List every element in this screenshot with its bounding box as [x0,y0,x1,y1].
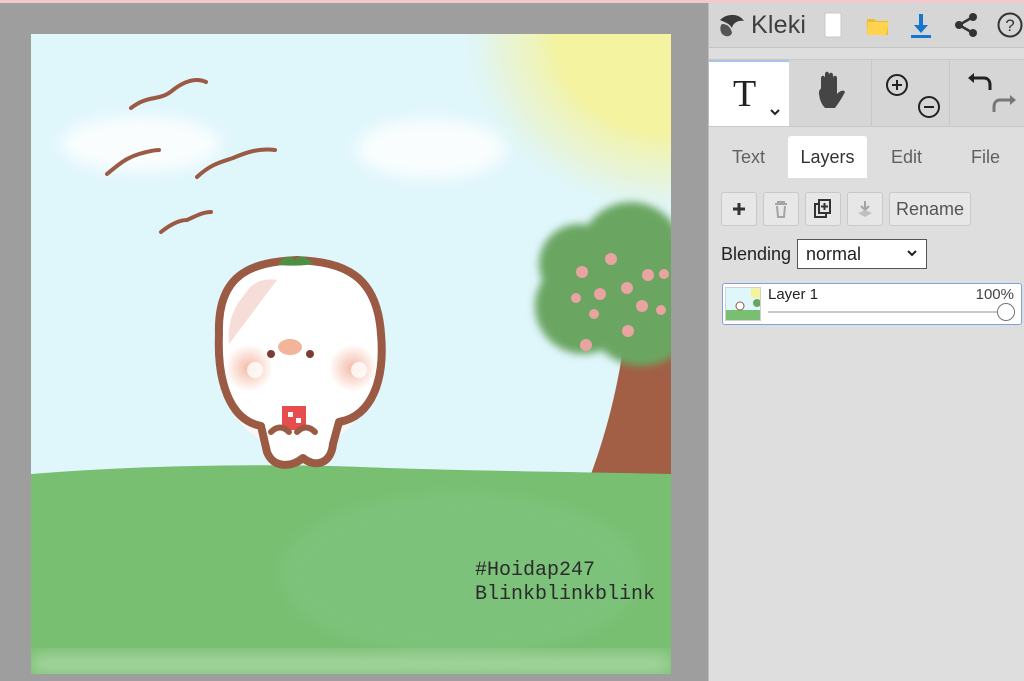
merge-down-button[interactable] [847,192,883,226]
panel-tabs: Text Layers Edit File [709,136,1024,178]
text-tool-button[interactable]: T [709,60,789,126]
undo-redo-group [949,60,1024,126]
duplicate-icon [814,199,831,218]
artwork: #Hoidap247 Blinkblinkblink [31,34,671,674]
download-icon[interactable] [907,10,935,40]
zoom-in-icon[interactable] [884,72,910,98]
svg-text:?: ? [1005,16,1014,35]
trash-icon [775,201,787,218]
drawing-canvas[interactable]: #Hoidap247 Blinkblinkblink [31,34,671,674]
merge-down-icon [858,201,872,217]
canvas-workspace[interactable]: #Hoidap247 Blinkblinkblink [0,3,708,681]
app-header: Kleki ? [709,3,1024,48]
tab-file[interactable]: File [946,136,1024,178]
delete-layer-button[interactable] [763,192,799,226]
share-icon[interactable] [952,10,980,40]
opacity-slider-handle[interactable] [997,303,1015,321]
layer-opacity: 100% [975,286,1014,303]
zoom-out-icon[interactable] [916,94,942,120]
kleki-logo-icon [720,14,744,37]
open-folder-icon[interactable] [864,10,892,40]
caption-line-1: #Hoidap247 [475,559,595,582]
zoom-tool-group [871,60,950,126]
blending-value: normal [806,243,862,264]
layer-item[interactable]: Layer 1 100% [722,283,1022,325]
hand-icon [819,71,845,108]
add-layer-button[interactable] [721,192,757,226]
app-title: Kleki [751,10,807,39]
help-icon[interactable]: ? [996,10,1024,40]
text-tool-label: T [733,73,757,115]
layer-name: Layer 1 [768,286,819,303]
right-sidebar: Kleki ? T Text Layers Edit File Rename B… [708,3,1024,681]
caption-line-2: Blinkblinkblink [475,583,655,606]
chevron-down-icon[interactable] [769,108,781,118]
chevron-down-icon [907,250,917,257]
blending-label: Blending [721,244,792,264]
hand-tool-button[interactable] [789,60,871,126]
tab-layers[interactable]: Layers [788,136,867,178]
layer-thumbnail [725,287,761,321]
duplicate-layer-button[interactable] [805,192,841,226]
tab-text[interactable]: Text [709,136,788,178]
opacity-slider-track[interactable] [768,311,1004,313]
new-file-icon[interactable] [819,10,847,40]
plus-icon [733,203,745,215]
undo-icon[interactable] [966,72,994,96]
layers-panel: Rename Blending normal Layer 1 100% [709,178,1024,681]
tool-row: T [709,59,1024,127]
app-brand[interactable]: Kleki [717,9,806,41]
redo-icon[interactable] [990,94,1018,118]
rename-layer-button[interactable]: Rename [889,192,971,226]
blending-select[interactable]: normal [797,239,927,269]
tab-edit[interactable]: Edit [867,136,946,178]
